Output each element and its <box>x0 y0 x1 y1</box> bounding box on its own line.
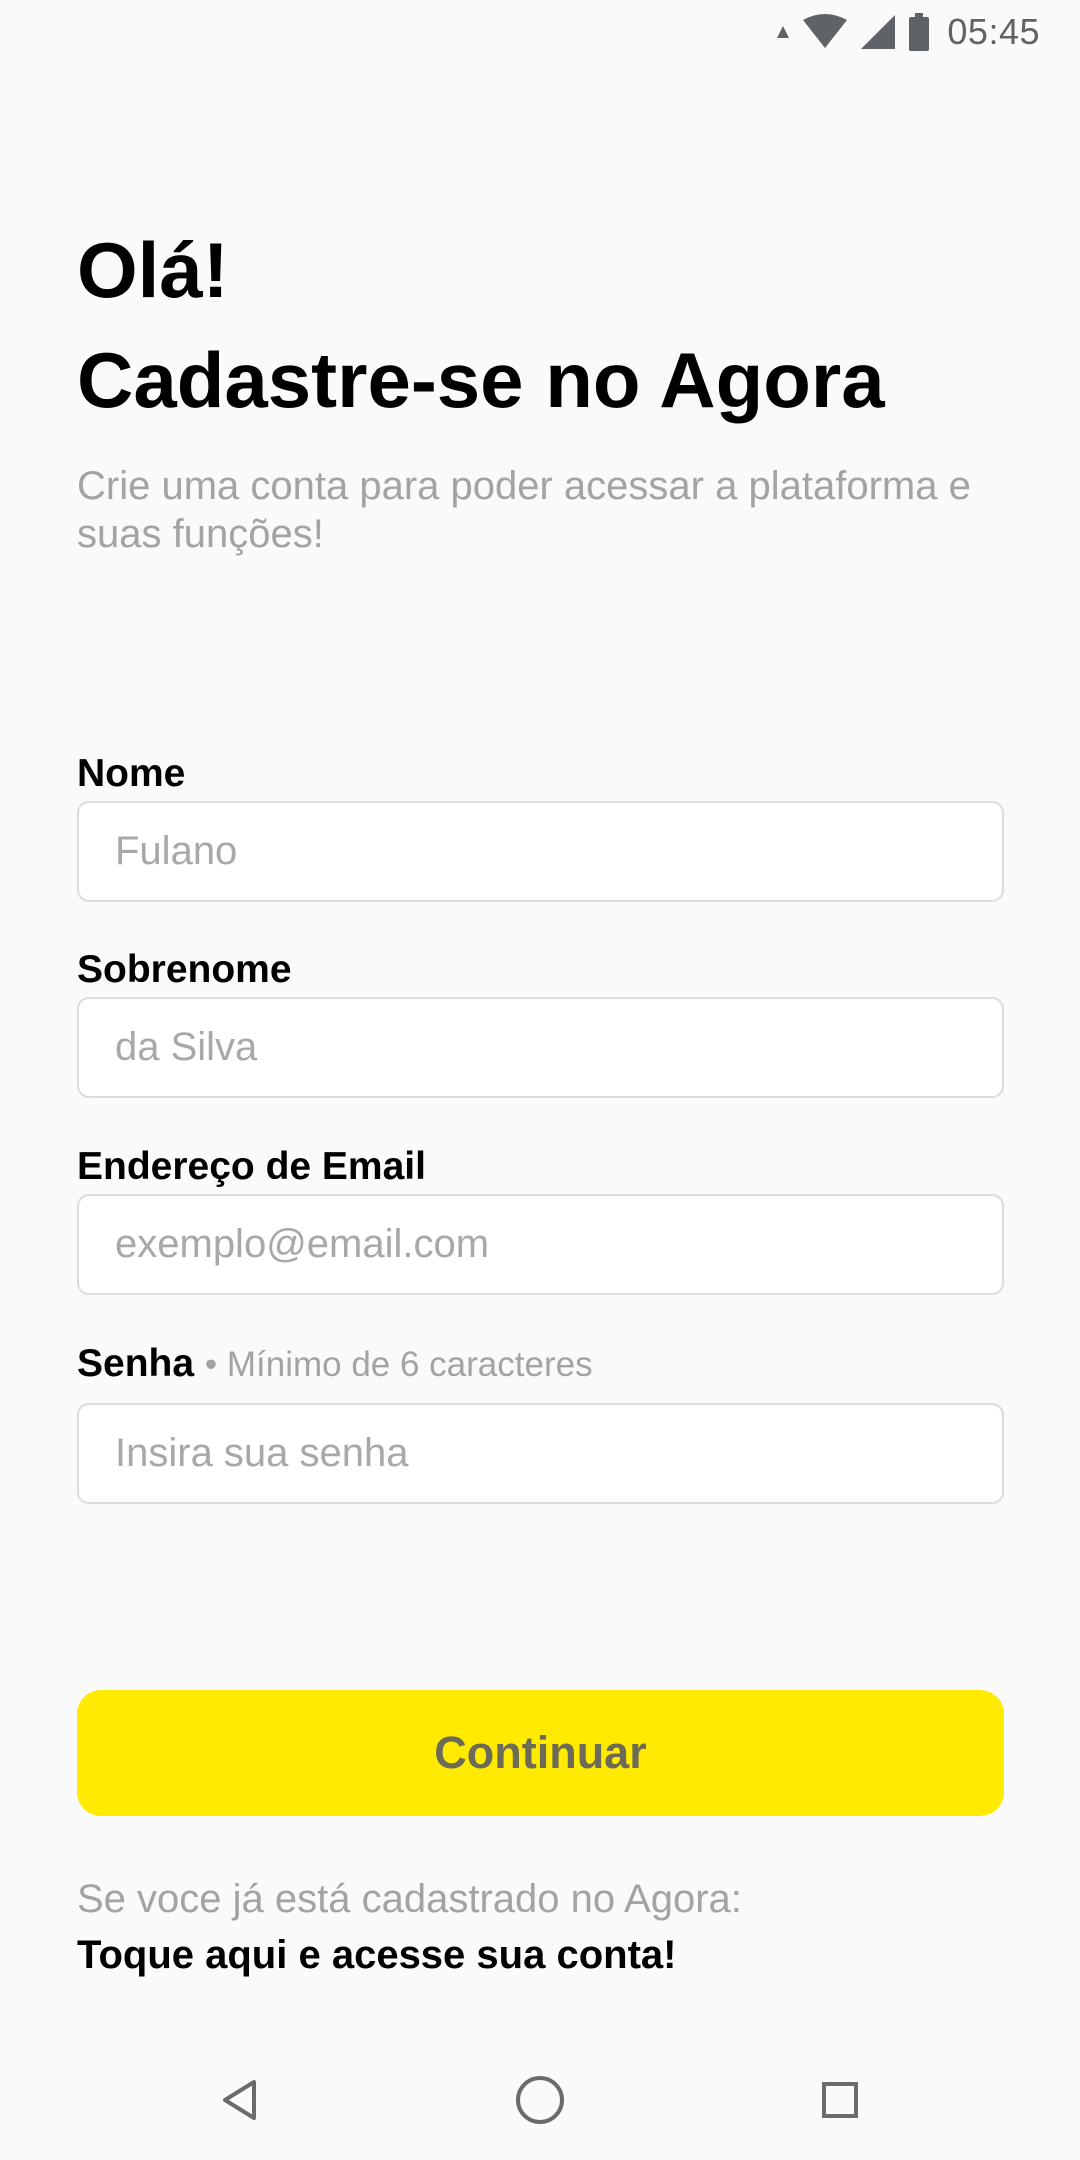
login-link[interactable]: Toque aqui e acesse sua conta! <box>77 1931 676 1979</box>
home-button[interactable] <box>508 2068 572 2132</box>
greeting-heading: Olá! <box>77 226 229 314</box>
status-bar: 05:45 <box>0 0 1080 63</box>
back-triangle-icon <box>223 2080 256 2120</box>
password-label: Senha <box>77 1342 195 1385</box>
last-name-input[interactable] <box>77 997 1004 1098</box>
data-arrow-icon <box>775 24 791 40</box>
page-title: Cadastre-se no Agora <box>77 336 885 424</box>
page-subtitle: Crie uma conta para poder acessar a plat… <box>77 464 971 556</box>
password-input[interactable] <box>77 1403 1004 1504</box>
battery-icon <box>907 13 931 51</box>
status-time: 05:45 <box>947 11 1040 52</box>
email-input[interactable] <box>77 1194 1004 1295</box>
email-label: Endereço de Email <box>77 1145 426 1188</box>
home-circle-icon <box>516 2076 564 2124</box>
continue-button[interactable]: Continuar <box>77 1690 1004 1816</box>
navigation-bar <box>0 2040 1080 2160</box>
first-name-label: Nome <box>77 752 186 795</box>
signal-icon <box>859 13 897 51</box>
back-button[interactable] <box>208 2068 272 2132</box>
status-icons: 05:45 <box>775 10 1040 54</box>
password-label-row: Senha • Mínimo de 6 caracteres <box>77 1340 593 1389</box>
last-name-label: Sobrenome <box>77 948 292 991</box>
login-prompt: Se voce já está cadastrado no Agora: <box>77 1877 742 1921</box>
signup-screen: 05:45 Olá! Cadastre-se no Agora Crie uma… <box>0 0 1080 2160</box>
recents-square-icon <box>822 2082 858 2118</box>
first-name-input[interactable] <box>77 801 1004 902</box>
recents-button[interactable] <box>808 2068 872 2132</box>
password-hint: • Mínimo de 6 caracteres <box>204 1345 593 1384</box>
wifi-icon <box>801 14 849 50</box>
